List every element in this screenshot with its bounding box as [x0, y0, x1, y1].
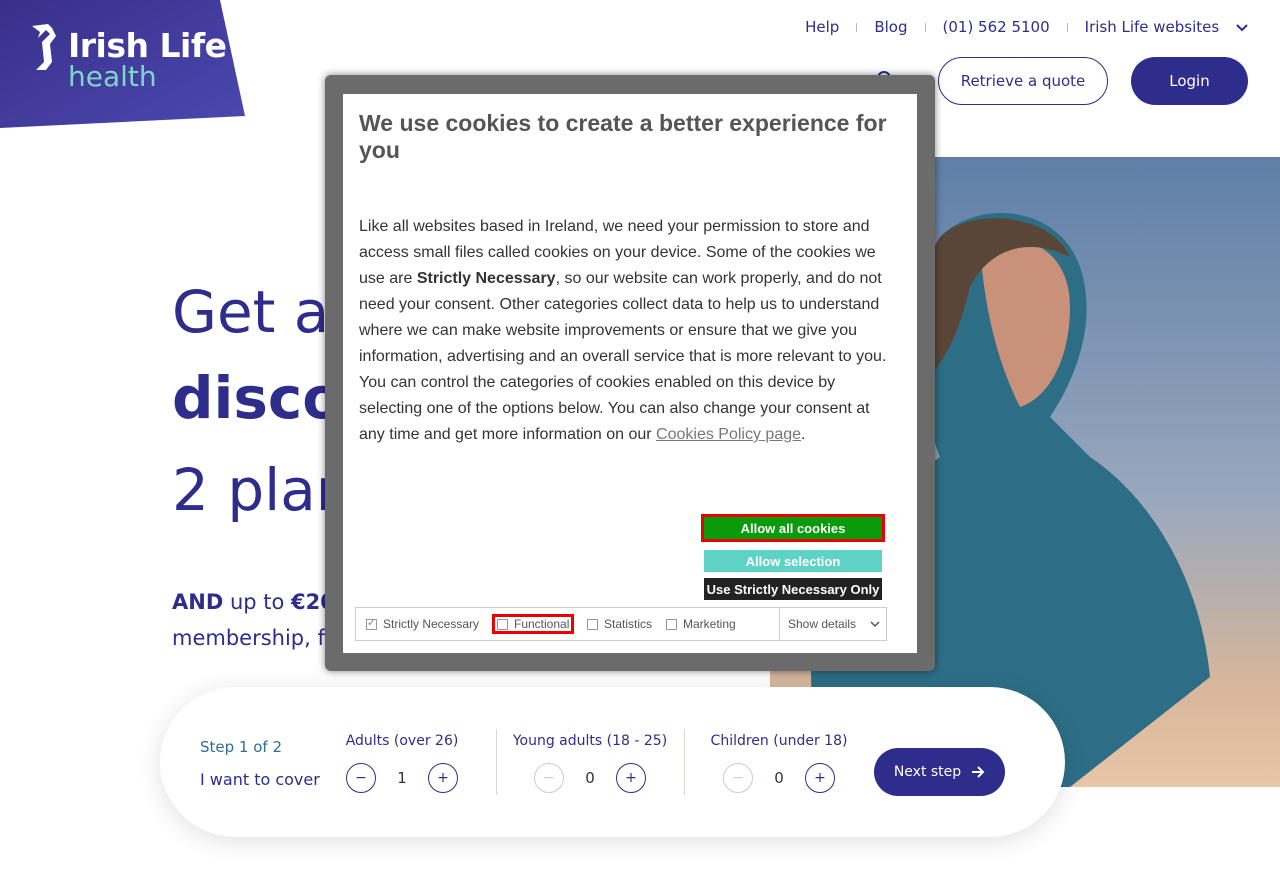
checkbox-statistics[interactable]: Statistics	[587, 617, 652, 631]
cookie-categories-bar: Strictly Necessary Functional Statistics…	[355, 607, 887, 641]
checkbox-label: Marketing	[683, 617, 736, 631]
young-adults-stepper: − 0 +	[500, 763, 680, 793]
nav-websites-label: Irish Life websites	[1084, 18, 1220, 36]
hero-sub-line2: membership, fit	[172, 626, 339, 650]
nav-phone-link[interactable]: (01) 562 5100	[943, 18, 1050, 36]
young-adults-minus-button[interactable]: −	[534, 763, 564, 793]
cookie-dialog-title: We use cookies to create a better experi…	[359, 110, 887, 163]
chevron-down-icon	[1236, 23, 1248, 31]
logo-figure-icon	[32, 24, 56, 70]
cookie-body-bold: Strictly Necessary	[416, 270, 556, 287]
login-button[interactable]: Login	[1131, 57, 1248, 105]
next-step-button[interactable]: Next step	[874, 748, 1005, 796]
show-details-label: Show details	[788, 617, 857, 631]
cookies-policy-link[interactable]: Cookies Policy page	[656, 426, 801, 443]
logo-text-health: health	[68, 60, 157, 93]
adults-label: Adults (over 26)	[345, 733, 459, 749]
show-details-toggle[interactable]: Show details	[779, 608, 887, 640]
divider	[684, 729, 685, 795]
children-label: Children (under 18)	[710, 733, 848, 749]
checkbox-label: Statistics	[604, 617, 653, 631]
allow-all-cookies-button[interactable]: Allow all cookies	[701, 514, 885, 542]
children-stepper: − 0 +	[689, 763, 869, 793]
nav-websites-dropdown[interactable]: Irish Life websites	[1085, 18, 1248, 36]
young-adults-value[interactable]: 0	[564, 769, 616, 787]
strictly-necessary-only-button[interactable]: Use Strictly Necessary Only	[704, 578, 882, 600]
nav-divider	[856, 22, 858, 32]
children-value[interactable]: 0	[753, 769, 805, 787]
young-adults-group: Young adults (18 - 25) − 0 +	[500, 733, 680, 793]
adults-minus-button[interactable]: −	[346, 763, 376, 793]
next-step-label: Next step	[893, 764, 962, 780]
checkbox-functional[interactable]: Functional	[491, 614, 575, 634]
adults-stepper: − 1 +	[312, 763, 492, 793]
checkbox-box	[497, 618, 508, 630]
checkbox-box	[587, 618, 598, 630]
retrieve-quote-button[interactable]: Retrieve a quote	[938, 57, 1108, 105]
children-plus-button[interactable]: +	[805, 763, 835, 793]
arrow-right-icon	[972, 766, 985, 778]
checkbox-box	[366, 616, 377, 630]
nav-divider	[1066, 22, 1068, 32]
cover-label: I want to cover	[200, 770, 320, 789]
nav-blog-link[interactable]: Blog	[874, 18, 907, 36]
checkbox-label: Functional	[514, 617, 570, 631]
divider	[496, 729, 497, 795]
step-indicator: Step 1 of 2	[200, 738, 283, 756]
hero-sub-and: AND	[172, 590, 224, 614]
adults-value[interactable]: 1	[376, 769, 428, 787]
cookie-body-end: .	[801, 426, 806, 443]
adults-group: Adults (over 26) − 1 +	[312, 733, 492, 793]
young-adults-label: Young adults (18 - 25)	[512, 733, 668, 749]
nav-divider	[924, 22, 926, 32]
cookie-dialog: We use cookies to create a better experi…	[343, 94, 917, 653]
top-nav: Help Blog (01) 562 5100 Irish Life websi…	[805, 18, 1248, 36]
allow-selection-button[interactable]: Allow selection	[704, 550, 882, 572]
checkbox-label: Strictly Necessary	[383, 617, 480, 631]
logo[interactable]: Irish Life health	[0, 0, 245, 128]
adults-plus-button[interactable]: +	[428, 763, 458, 793]
children-minus-button[interactable]: −	[723, 763, 753, 793]
quote-calculator: Step 1 of 2 I want to cover Adults (over…	[160, 687, 1065, 837]
cookie-body-text2: , so our website can work properly, and …	[359, 270, 887, 443]
children-group: Children (under 18) − 0 +	[689, 733, 869, 793]
hero-subtext: AND up to €200 membership, fit	[172, 584, 349, 656]
checkbox-marketing[interactable]: Marketing	[666, 617, 736, 631]
chevron-down-icon	[870, 620, 880, 627]
nav-help-link[interactable]: Help	[805, 18, 839, 36]
hero-sub-text: up to	[223, 590, 292, 614]
checkbox-box	[666, 618, 677, 630]
young-adults-plus-button[interactable]: +	[616, 763, 646, 793]
cookie-dialog-body: Like all websites based in Ireland, we n…	[359, 214, 899, 448]
checkbox-strictly-necessary[interactable]: Strictly Necessary	[366, 616, 480, 631]
